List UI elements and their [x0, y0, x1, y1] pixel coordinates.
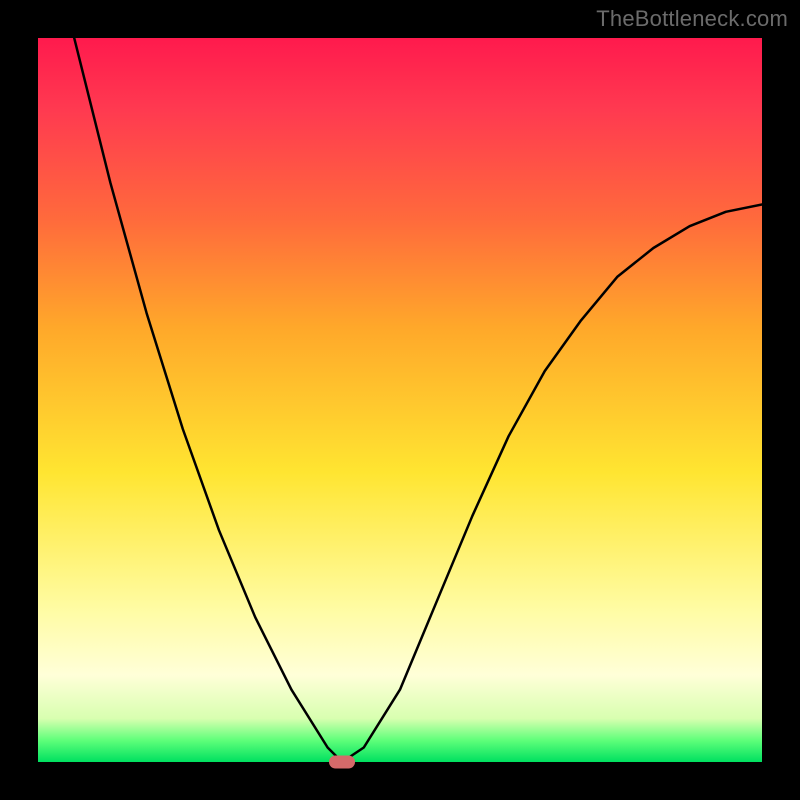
- bottleneck-curve: [38, 38, 762, 762]
- chart-frame: TheBottleneck.com: [0, 0, 800, 800]
- plot-area: [38, 38, 762, 762]
- optimum-marker: [329, 756, 355, 769]
- watermark-text: TheBottleneck.com: [596, 6, 788, 32]
